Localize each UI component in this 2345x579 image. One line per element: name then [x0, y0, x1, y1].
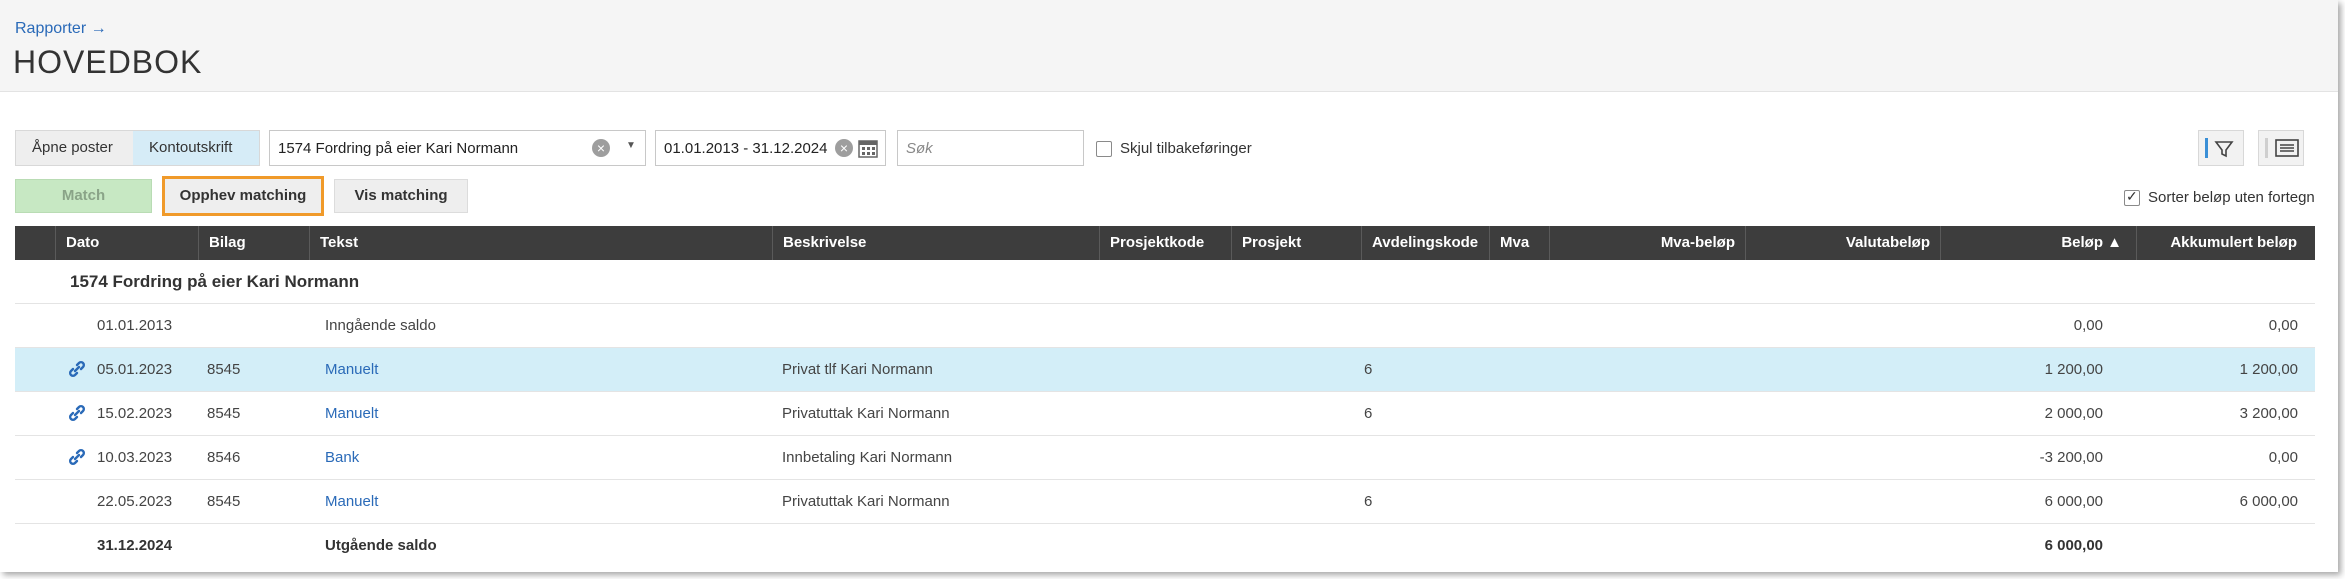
cell-akkumulert: 1 200,00 — [2239, 361, 2298, 378]
cell-beskrivelse: Privatuttak Kari Normann — [782, 493, 950, 510]
col-mva[interactable]: Mva — [1489, 226, 1549, 260]
cell-dato: 01.01.2013 — [97, 317, 173, 334]
page-frame: Rapporter → HOVEDBOK Åpne poster Kontout… — [0, 0, 2338, 572]
cell-beskrivelse: Privat tlf Kari Normann — [782, 361, 933, 378]
col-dato[interactable]: Dato — [55, 226, 198, 260]
tab-open-items[interactable]: Åpne poster — [16, 131, 133, 165]
cell-dato: 10.03.2023 — [97, 449, 173, 466]
active-indicator — [2205, 138, 2208, 158]
col-avdelingskode[interactable]: Avdelingskode — [1361, 226, 1489, 260]
cell-avdelingskode: 6 — [1364, 493, 1373, 510]
col-belop[interactable]: Beløp ▲ — [1940, 226, 2136, 260]
cell-tekst: Utgående saldo — [325, 537, 437, 554]
sort-abs-checkbox[interactable] — [2124, 188, 2140, 206]
sort-abs-option[interactable]: Sorter beløp uten fortegn — [2124, 188, 2315, 206]
cell-bilag: 8545 — [207, 493, 241, 510]
cell-avdelingskode: 6 — [1364, 405, 1373, 422]
group-header: 1574 Fordring på eier Kari Normann — [15, 260, 2315, 304]
col-valutabelop[interactable]: Valutabeløp — [1745, 226, 1940, 260]
cell-dato: 05.01.2023 — [97, 361, 173, 378]
cell-bilag: 8545 — [207, 361, 241, 378]
page-title: HOVEDBOK — [13, 44, 203, 80]
show-matching-button[interactable]: Vis matching — [334, 179, 468, 213]
cell-belop: 1 200,00 — [2044, 361, 2103, 378]
col-tekst[interactable]: Tekst — [309, 226, 772, 260]
cell-akkumulert: 3 200,00 — [2239, 405, 2298, 422]
tab-account-statement[interactable]: Kontoutskrift — [133, 131, 259, 165]
cell-beskrivelse: Innbetaling Kari Normann — [782, 449, 953, 466]
link-icon[interactable] — [68, 448, 86, 466]
unmatch-button[interactable]: Opphev matching — [162, 176, 324, 216]
clear-icon[interactable]: × — [835, 139, 853, 157]
clear-icon[interactable]: × — [592, 139, 610, 157]
cell-beskrivelse: Privatuttak Kari Normann — [782, 405, 950, 422]
cell-tekst-link[interactable]: Manuelt — [325, 493, 378, 510]
hide-reversals-label: Skjul tilbakeføringer — [1120, 140, 1252, 157]
total-row: 31.12.2024 Utgående saldo 6 000,00 — [15, 524, 2315, 568]
col-akkumulert[interactable]: Akkumulert beløp — [2136, 226, 2315, 260]
cell-akkumulert: 6 000,00 — [2239, 493, 2298, 510]
link-icon[interactable] — [68, 360, 86, 378]
cell-bilag: 8545 — [207, 405, 241, 422]
cell-dato: 22.05.2023 — [97, 493, 173, 510]
table-row[interactable]: 10.03.2023 8546 Bank Innbetaling Kari No… — [15, 436, 2315, 480]
cell-dato: 31.12.2024 — [97, 537, 173, 554]
search-input[interactable]: Søk — [897, 130, 1084, 166]
table-row[interactable]: 05.01.2023 8545 Manuelt Privat tlf Kari … — [15, 348, 2315, 392]
filter-button[interactable] — [2198, 130, 2244, 166]
group-title: 1574 Fordring på eier Kari Normann — [70, 272, 360, 291]
cell-akkumulert: 0,00 — [2268, 449, 2298, 466]
table-row[interactable]: 22.05.2023 8545 Manuelt Privatuttak Kari… — [15, 480, 2315, 524]
cell-belop: -3 200,00 — [2039, 449, 2103, 466]
cell-belop: 6 000,00 — [2044, 493, 2103, 510]
col-beskrivelse[interactable]: Beskrivelse — [772, 226, 1099, 260]
cell-belop: 0,00 — [2073, 317, 2103, 334]
col-select — [15, 226, 55, 260]
cell-avdelingskode: 6 — [1364, 361, 1373, 378]
link-icon[interactable] — [68, 404, 86, 422]
inactive-indicator — [2265, 138, 2268, 158]
cell-tekst-link[interactable]: Manuelt — [325, 405, 378, 422]
date-range-value: 01.01.2013 - 31.12.2024 — [664, 140, 828, 157]
cell-tekst-link[interactable]: Manuelt — [325, 361, 378, 378]
date-range-field[interactable]: 01.01.2013 - 31.12.2024 × — [655, 130, 886, 166]
chevron-down-icon[interactable]: ▼ — [626, 140, 636, 151]
cell-akkumulert: 0,00 — [2268, 317, 2298, 334]
table-row[interactable]: 01.01.2013 Inngående saldo 0,00 0,00 — [15, 304, 2315, 348]
col-prosjektkode[interactable]: Prosjektkode — [1099, 226, 1231, 260]
cell-dato: 15.02.2023 — [97, 405, 173, 422]
hide-reversals-option[interactable]: Skjul tilbakeføringer — [1096, 140, 1252, 157]
cell-tekst: Inngående saldo — [325, 317, 436, 334]
ledger-grid: Dato Bilag Tekst Beskrivelse Prosjektkod… — [15, 226, 2315, 568]
match-button[interactable]: Match — [15, 179, 152, 213]
search-placeholder: Søk — [906, 140, 933, 157]
col-prosjekt[interactable]: Prosjekt — [1231, 226, 1361, 260]
cell-tekst-link[interactable]: Bank — [325, 449, 359, 466]
calendar-icon[interactable] — [858, 138, 878, 162]
view-toggle: Åpne poster Kontoutskrift — [15, 130, 260, 166]
cell-belop: 2 000,00 — [2044, 405, 2103, 422]
grid-header: Dato Bilag Tekst Beskrivelse Prosjektkod… — [15, 226, 2315, 260]
hide-reversals-checkbox[interactable] — [1096, 140, 1112, 157]
account-select-value: 1574 Fordring på eier Kari Normann — [278, 140, 519, 157]
cell-belop: 6 000,00 — [2044, 537, 2103, 554]
col-mva-belop[interactable]: Mva-beløp — [1549, 226, 1745, 260]
comment-button[interactable] — [2258, 130, 2304, 166]
page-header: Rapporter → HOVEDBOK — [0, 0, 2338, 92]
sort-abs-label: Sorter beløp uten fortegn — [2148, 189, 2315, 206]
account-select[interactable]: 1574 Fordring på eier Kari Normann × ▼ — [269, 130, 646, 166]
comment-icon — [2275, 139, 2299, 163]
cell-bilag: 8546 — [207, 449, 241, 466]
filter-icon — [2214, 139, 2234, 163]
col-bilag[interactable]: Bilag — [198, 226, 319, 260]
breadcrumb[interactable]: Rapporter → — [15, 20, 107, 38]
table-row[interactable]: 15.02.2023 8545 Manuelt Privatuttak Kari… — [15, 392, 2315, 436]
